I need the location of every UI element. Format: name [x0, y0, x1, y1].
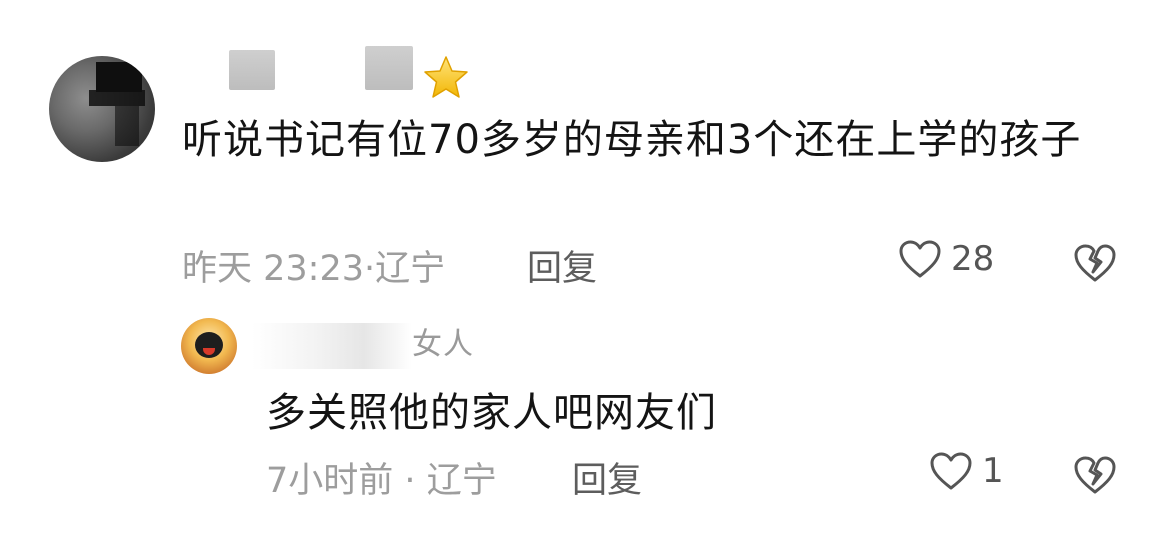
username-redaction: [365, 46, 413, 90]
broken-heart-icon[interactable]: [1072, 452, 1118, 498]
reply-button[interactable]: 回复: [572, 452, 642, 503]
reply-location: 辽宁: [426, 461, 497, 501]
reply-username-text: 女人: [412, 327, 474, 362]
broken-heart-icon[interactable]: [1072, 240, 1118, 286]
meta-separator: ·: [364, 249, 376, 289]
avatar-redaction: [96, 62, 142, 92]
username-redaction: [229, 50, 275, 90]
heart-icon: [897, 238, 943, 280]
comment-time: 昨天 23:23: [182, 249, 364, 289]
like-count: 1: [982, 451, 1004, 491]
like-button[interactable]: 28: [897, 238, 994, 280]
reply-time: 7小时前: [266, 461, 394, 501]
reply-meta: 7小时前 · 辽宁: [266, 452, 497, 503]
comment-location: 辽宁: [375, 249, 446, 289]
avatar[interactable]: [49, 56, 155, 162]
avatar-redaction: [115, 106, 139, 146]
heart-icon: [928, 450, 974, 492]
reply-avatar[interactable]: [181, 318, 237, 374]
username-redaction: [252, 322, 412, 369]
reply-button[interactable]: 回复: [527, 240, 597, 291]
comment-meta: 昨天 23:23·辽宁: [182, 240, 445, 291]
like-button[interactable]: 1: [928, 450, 1004, 492]
reply-username[interactable]: 女人: [252, 322, 474, 369]
like-count: 28: [951, 239, 995, 279]
meta-separator: ·: [404, 461, 416, 501]
avatar-redaction: [89, 90, 145, 106]
reply-text: 多关照他的家人吧网友们: [266, 390, 717, 436]
star-icon: [420, 52, 472, 104]
comment-text: 听说书记有位70多岁的母亲和3个还在上学的孩子: [182, 117, 1082, 163]
